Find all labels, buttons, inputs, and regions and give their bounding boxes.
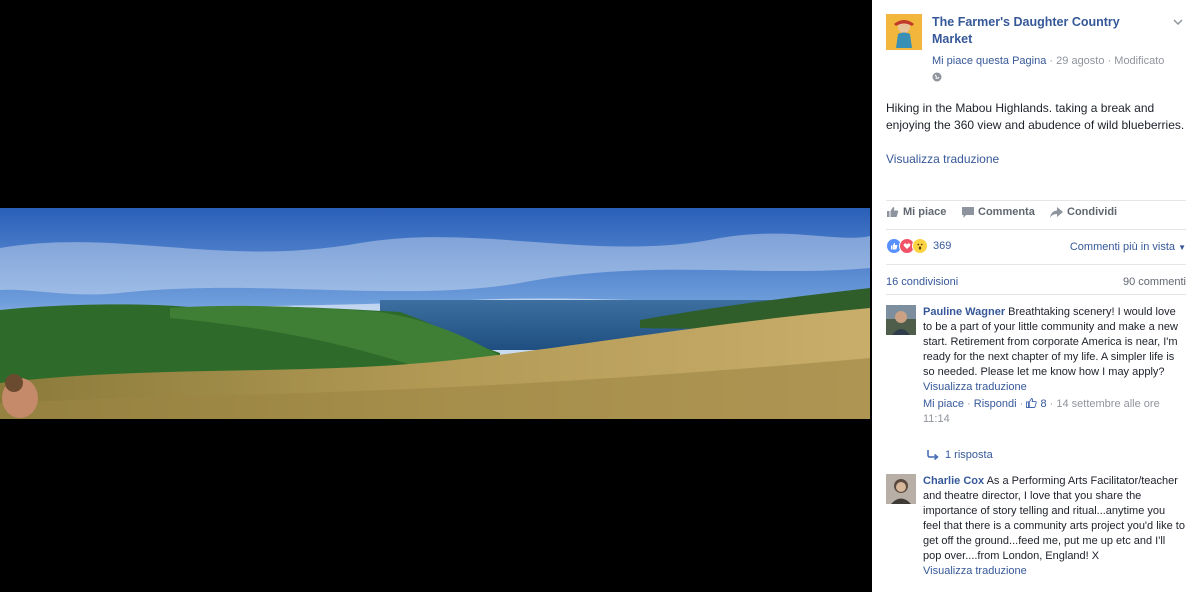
share-icon — [1050, 206, 1063, 218]
page-name-link[interactable]: The Farmer's Daughter Country Market — [932, 14, 1162, 48]
divider — [886, 229, 1186, 230]
divider — [886, 294, 1186, 295]
wow-reaction-icon — [912, 238, 928, 254]
comment-author[interactable]: Charlie Cox — [923, 475, 984, 487]
post-side-panel: The Farmer's Daughter Country Market Mi … — [872, 0, 1200, 592]
see-translation-link[interactable]: Visualizza traduzione — [923, 381, 1027, 393]
reactions-summary[interactable]: 369 — [886, 238, 951, 254]
comment-meta: Mi piace · Rispondi · 8 · 14 settembre a… — [923, 398, 1160, 425]
photo-viewer — [0, 0, 872, 592]
comments-count[interactable]: 90 commenti — [1123, 276, 1186, 288]
see-translation-link[interactable]: Visualizza traduzione — [886, 152, 999, 166]
divider — [886, 200, 1186, 201]
comment-body: Charlie Cox As a Performing Arts Facilit… — [923, 474, 1185, 579]
comment-like-link[interactable]: Mi piace — [923, 398, 964, 410]
divider — [886, 264, 1186, 265]
share-button[interactable]: Condividi — [1050, 206, 1117, 218]
comment-text: As a Performing Arts Facilitator/teacher… — [923, 475, 1185, 562]
thumbs-up-icon — [1026, 398, 1038, 408]
commenter-avatar[interactable] — [886, 305, 916, 335]
like-page-link[interactable]: Mi piace questa Pagina — [932, 55, 1046, 67]
post-message: Hiking in the Mabou Highlands. taking a … — [886, 101, 1185, 132]
post-actions: Mi piace Commenta Condividi — [886, 206, 1186, 224]
comment-body: Pauline Wagner Breathtaking scenery! I w… — [923, 305, 1185, 427]
panorama-photo[interactable] — [0, 208, 870, 419]
globe-icon — [932, 72, 942, 82]
chevron-down-icon[interactable] — [1172, 16, 1184, 28]
comment-reply-link[interactable]: Rispondi — [974, 398, 1017, 410]
like-icon — [887, 207, 899, 217]
comment-author[interactable]: Pauline Wagner — [923, 306, 1005, 318]
reactions-count[interactable]: 369 — [933, 240, 951, 252]
post-date[interactable]: 29 agosto — [1056, 55, 1104, 67]
like-button[interactable]: Mi piace — [886, 206, 946, 218]
comment-icon — [962, 206, 974, 218]
reply-arrow-icon — [927, 450, 939, 460]
shares-count-link[interactable]: 16 condivisioni — [886, 276, 958, 288]
comment-sort-dropdown[interactable]: Commenti più in vista ▼ — [1070, 241, 1186, 253]
caret-down-icon: ▼ — [1178, 243, 1186, 252]
comment-item: Charlie Cox As a Performing Arts Facilit… — [886, 474, 1186, 592]
view-replies-link[interactable]: 1 risposta — [927, 449, 993, 461]
see-translation-link[interactable]: Visualizza traduzione — [923, 565, 1027, 577]
page-avatar[interactable] — [886, 14, 922, 50]
edited-label[interactable]: Modificato — [1114, 55, 1164, 67]
commenter-avatar[interactable] — [886, 474, 916, 504]
comment-likes-count[interactable]: 8 — [1040, 398, 1046, 410]
post-meta: Mi piace questa Pagina · 29 agosto · Mod… — [932, 55, 1165, 67]
comment-item: Pauline Wagner Breathtaking scenery! I w… — [886, 305, 1186, 440]
comment-button[interactable]: Commenta — [962, 206, 1035, 218]
